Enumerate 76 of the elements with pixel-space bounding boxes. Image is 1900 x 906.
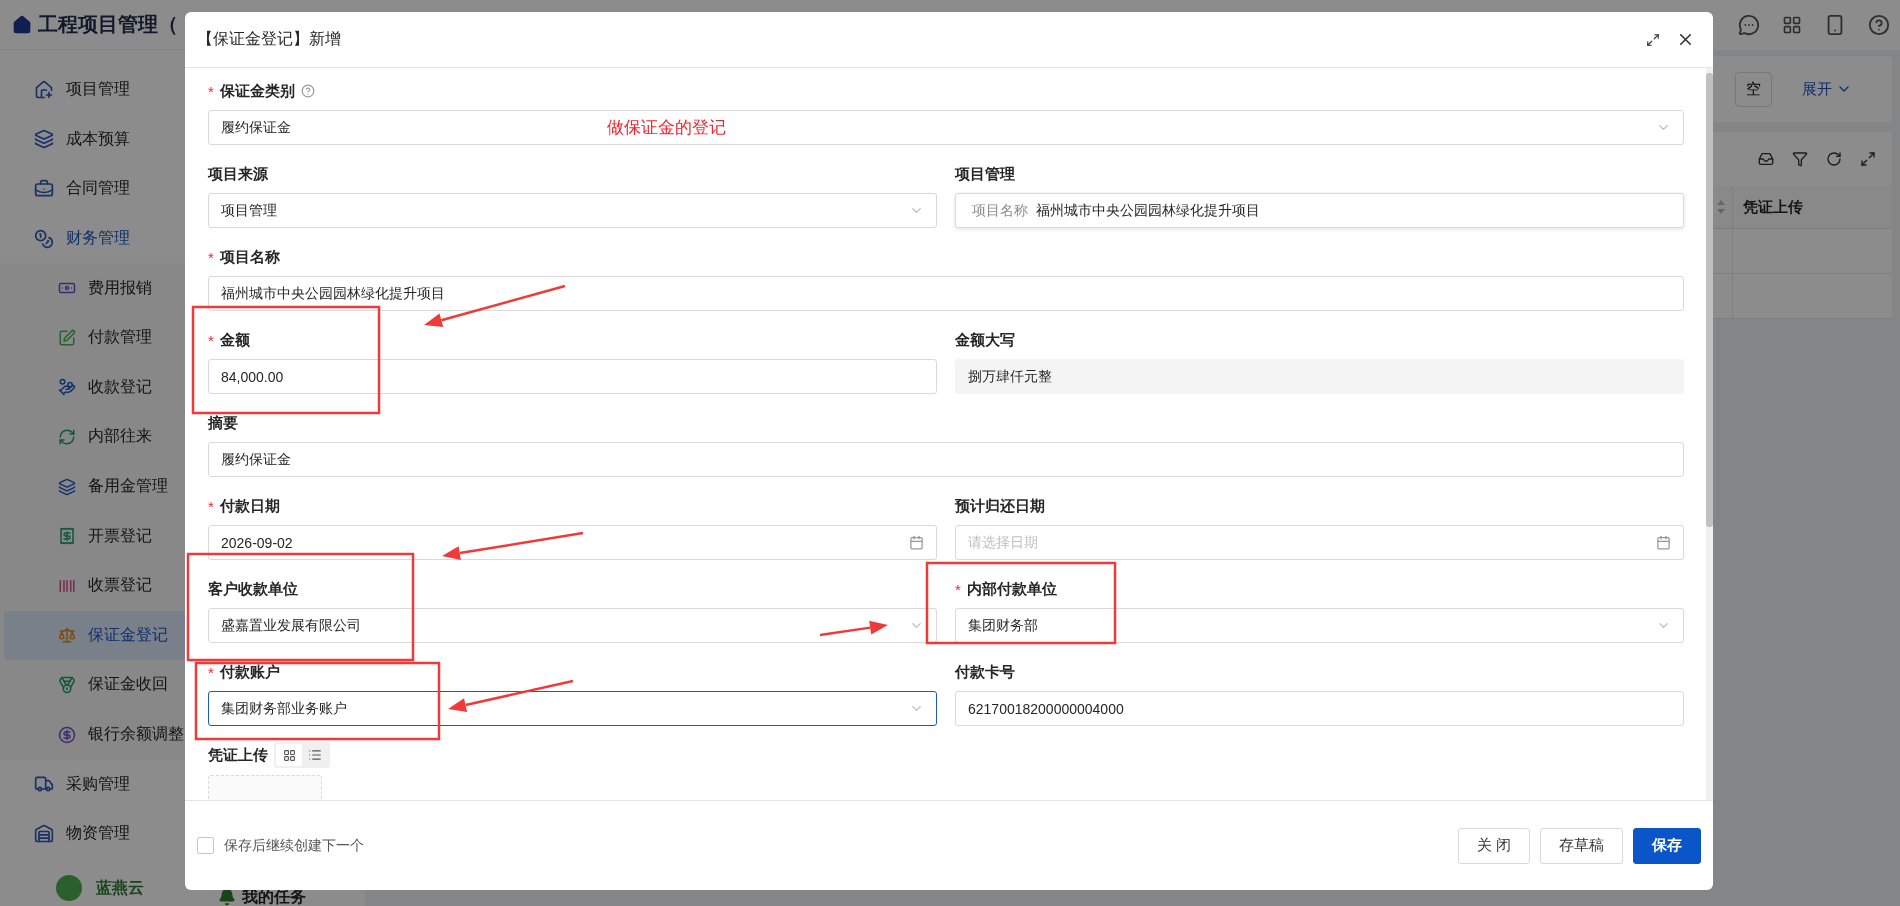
layers-icon <box>34 129 54 150</box>
refresh-icon <box>58 427 76 446</box>
brand-name: 蓝燕云 <box>96 877 144 898</box>
list-icon <box>308 748 322 762</box>
field-label: 摘要 <box>208 413 238 433</box>
warehouse-icon <box>34 823 54 844</box>
select-field[interactable]: 项目管理 <box>208 193 937 228</box>
bell-icon <box>218 888 236 906</box>
date-field[interactable]: 2026-09-02 <box>208 525 937 560</box>
dialog-button[interactable]: 存草稿 <box>1540 827 1623 864</box>
readonly-field: 捌万肆仟元整 <box>955 359 1684 394</box>
select-field[interactable]: 集团财务部 <box>955 608 1684 643</box>
house-plus-icon <box>34 79 54 100</box>
home-icon[interactable] <box>12 14 32 35</box>
field-label: 内部付款单位 <box>966 579 1057 599</box>
receipt-icon <box>58 527 76 546</box>
field-label: 金额大写 <box>955 330 1015 350</box>
inbox-icon[interactable] <box>1758 151 1774 167</box>
required-mark: * <box>208 497 214 515</box>
briefcase-icon <box>34 179 54 199</box>
clear-button[interactable]: 空 <box>1735 71 1772 107</box>
field-label: 项目来源 <box>208 164 268 184</box>
refresh-icon[interactable] <box>1826 151 1842 167</box>
layers-icon <box>58 477 76 496</box>
required-mark: * <box>955 580 961 598</box>
select-field[interactable]: 履约保证金 做保证金的登记 <box>208 110 1684 145</box>
project-field[interactable]: 项目名称 福州城市中央公园园林绿化提升项目 <box>955 193 1684 228</box>
field-label: 凭证上传 <box>208 745 268 765</box>
expand-link[interactable]: 展开 <box>1802 79 1852 99</box>
pen-icon <box>58 328 76 347</box>
field-label: 预计归还日期 <box>955 496 1045 516</box>
hand-coins-icon <box>58 378 76 397</box>
checkbox[interactable] <box>197 837 214 854</box>
dialog-title: 【保证金登记】新增 <box>197 29 342 49</box>
view-mode-button[interactable] <box>276 744 302 766</box>
field-label: 项目管理 <box>955 164 1015 184</box>
input-field[interactable]: 62170018200000004000 <box>955 691 1684 726</box>
field-label: 项目名称 <box>219 247 280 267</box>
field-label: 付款账户 <box>219 662 280 682</box>
field-label: 客户收款单位 <box>208 579 298 599</box>
grid-icon <box>282 748 296 762</box>
required-mark: * <box>208 248 214 266</box>
field-prefix: 项目名称 <box>971 201 1028 220</box>
field-label: 保证金类别 <box>219 81 295 101</box>
annotation-text: 做保证金的登记 <box>607 117 726 139</box>
fullscreen-icon[interactable] <box>1860 151 1876 167</box>
annotation-arrow <box>819 620 888 637</box>
maximize-icon[interactable] <box>1646 32 1660 47</box>
app-title: 工程项目管理（ <box>38 12 178 37</box>
calendar-icon <box>909 535 924 550</box>
dialog-button[interactable]: 关 闭 <box>1457 827 1530 864</box>
select-field[interactable]: 盛嘉置业发展有限公司 <box>208 608 937 643</box>
scrollbar[interactable] <box>1706 68 1713 800</box>
required-mark: * <box>208 331 214 349</box>
field-label: 付款卡号 <box>955 662 1015 682</box>
grid-icon[interactable] <box>1782 15 1802 35</box>
chat-icon[interactable] <box>1738 14 1760 36</box>
help-icon[interactable] <box>1868 14 1890 36</box>
help-icon[interactable] <box>300 84 315 98</box>
scale-icon <box>58 626 76 645</box>
save-button[interactable]: 保存 <box>1633 827 1701 864</box>
field-value: 福州城市中央公园园林绿化提升项目 <box>1036 201 1261 220</box>
input-field[interactable]: 84,000.00 <box>208 359 937 394</box>
coins-icon <box>34 228 54 249</box>
filter-icon[interactable] <box>1792 151 1808 167</box>
calendar-icon <box>1656 535 1671 550</box>
required-mark: * <box>208 663 214 681</box>
brand-logo-icon <box>56 875 82 901</box>
field-label: 付款日期 <box>219 496 280 516</box>
column-header: 凭证上传 <box>1732 186 1892 228</box>
select-field[interactable]: 集团财务部业务账户 <box>208 691 937 726</box>
required-mark: * <box>208 82 214 100</box>
field-label: 金额 <box>219 330 250 350</box>
checkbox-label: 保存后继续创建下一个 <box>224 836 365 855</box>
input-field[interactable]: 福州城市中央公园园林绿化提升项目 <box>208 276 1684 311</box>
input-field[interactable]: 履约保证金 <box>208 442 1684 477</box>
